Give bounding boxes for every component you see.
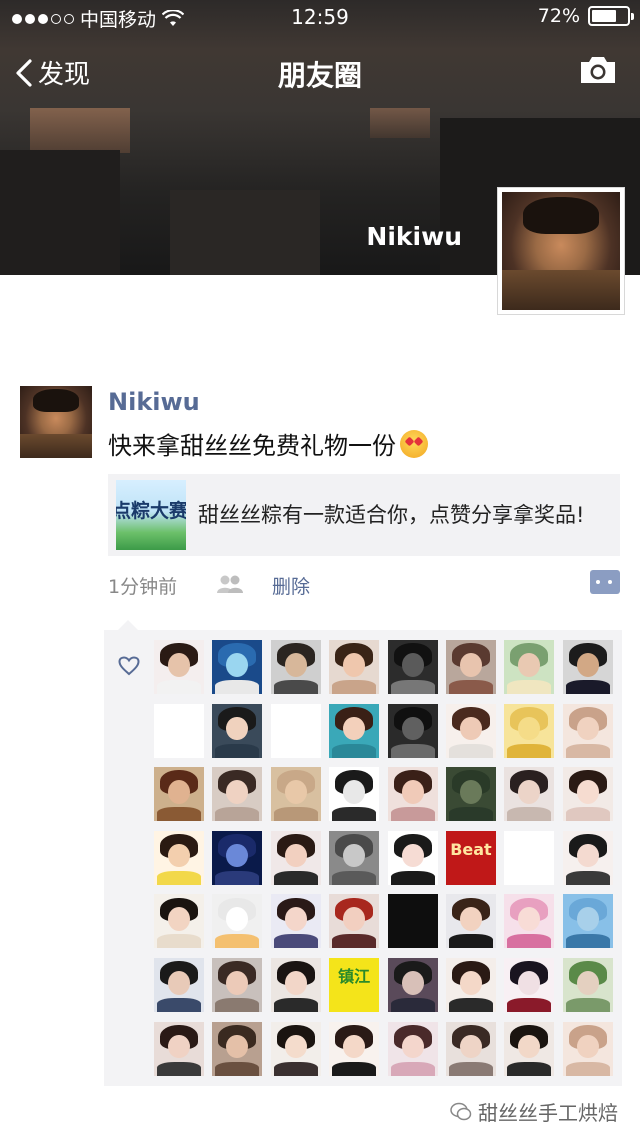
liker-avatar[interactable] [504,1021,555,1076]
liker-avatar[interactable] [562,767,613,822]
nav-bar: 发现 朋友圈 [0,36,640,108]
liker-avatar[interactable] [329,830,380,885]
liker-avatar[interactable] [329,767,380,822]
liker-avatar[interactable] [387,640,438,694]
battery-percent: 72% [537,5,580,27]
liker-avatar[interactable]: Beat [445,830,496,885]
liker-avatar[interactable] [270,1021,321,1076]
comment-menu-button[interactable] [590,570,620,594]
battery: 72% [537,5,634,27]
cover-sky [370,108,430,138]
delete-button[interactable]: 删除 [272,572,310,599]
liker-avatar[interactable] [504,640,555,694]
liker-avatar[interactable] [270,703,321,758]
post-text-content: 快来拿甜丝丝免费礼物一份 [108,432,396,460]
shared-link-title: 甜丝丝粽有一款适合你，点赞分享拿奖品! [198,503,585,527]
liker-avatar[interactable] [154,703,204,758]
cover-username: Nikiwu [366,222,462,251]
camera-icon [581,57,615,83]
liker-avatar[interactable] [562,830,613,885]
post-text: 快来拿甜丝丝免费礼物一份 [108,426,428,461]
avatar-image [502,192,620,310]
liker-avatar[interactable] [387,703,438,758]
liker-avatar[interactable] [562,1021,613,1076]
post-time: 1分钟前 [108,576,178,598]
liker-avatar[interactable] [387,957,438,1012]
liker-avatar[interactable] [445,1021,496,1076]
battery-icon [588,6,634,26]
post-meta: 1分钟前 删除 [108,570,620,599]
liker-avatar[interactable] [387,1021,438,1076]
liker-avatar[interactable] [329,894,380,949]
liker-avatar[interactable] [445,703,496,758]
camera-button[interactable] [578,54,618,90]
liker-avatar[interactable] [387,894,438,949]
likes-pointer [118,620,138,630]
cover-building [0,150,120,275]
liker-avatar[interactable] [154,767,204,822]
liker-avatar[interactable] [445,894,496,949]
wechat-logo-icon [450,1102,472,1120]
liker-avatar[interactable] [212,957,263,1012]
watermark: 甜丝丝手工烘焙 [450,1097,618,1126]
liker-avatar[interactable] [562,640,613,694]
thumbnail-text: 点粽大赛 [116,500,186,522]
likers-grid: Beat 镇江 [154,640,613,1076]
liker-avatar[interactable] [445,957,496,1012]
liker-avatar[interactable] [212,703,263,758]
liker-avatar[interactable] [212,830,263,885]
liker-avatar[interactable] [212,767,263,822]
liker-avatar[interactable] [329,1021,380,1076]
liker-avatar[interactable] [270,830,321,885]
heart-icon [118,656,140,676]
status-bar: 中国移动 12:59 72% [0,0,640,36]
visibility-people-icon [217,575,243,593]
liker-avatar[interactable] [562,894,613,949]
liker-avatar[interactable] [445,767,496,822]
liker-avatar[interactable] [270,894,321,949]
liker-avatar[interactable]: 镇江 [329,957,380,1012]
liker-avatar[interactable] [212,1021,263,1076]
post-avatar[interactable] [20,386,92,458]
liker-avatar[interactable] [504,894,555,949]
liker-avatar[interactable] [270,767,321,822]
liker-avatar-text: Beat [450,839,492,859]
shared-link-thumbnail: 点粽大赛 [116,480,186,550]
shared-link-card[interactable]: 点粽大赛 甜丝丝粽有一款适合你，点赞分享拿奖品! [108,474,620,556]
page-title: 朋友圈 [277,59,362,92]
liker-avatar[interactable] [504,767,555,822]
liker-avatar[interactable] [270,957,321,1012]
watermark-text: 甜丝丝手工烘焙 [478,1101,618,1125]
liker-avatar[interactable] [562,703,613,758]
post-author[interactable]: Nikiwu [108,388,200,416]
liker-avatar[interactable] [445,640,496,694]
liker-avatar[interactable] [154,894,204,949]
liker-avatar[interactable] [329,703,380,758]
cover-building [170,190,320,275]
liker-avatar[interactable] [504,957,555,1012]
liker-avatar[interactable] [562,957,613,1012]
heart-eyes-emoji-icon [400,429,428,458]
liker-avatar[interactable] [504,703,555,758]
profile-avatar[interactable] [497,187,625,315]
liker-avatar[interactable] [329,640,380,694]
liker-avatar[interactable] [154,957,204,1012]
liker-avatar[interactable] [504,830,555,885]
liker-avatar-text: 镇江 [338,966,371,986]
liker-avatar[interactable] [154,640,204,694]
avatar-image [20,386,92,458]
liker-avatar[interactable] [270,640,321,694]
liker-avatar[interactable] [387,767,438,822]
liker-avatar[interactable] [212,640,263,694]
liker-avatar[interactable] [154,830,204,885]
liker-avatar[interactable] [154,1021,204,1076]
liker-avatar[interactable] [212,894,263,949]
liker-avatar[interactable] [387,830,438,885]
cover-sky [30,108,130,153]
